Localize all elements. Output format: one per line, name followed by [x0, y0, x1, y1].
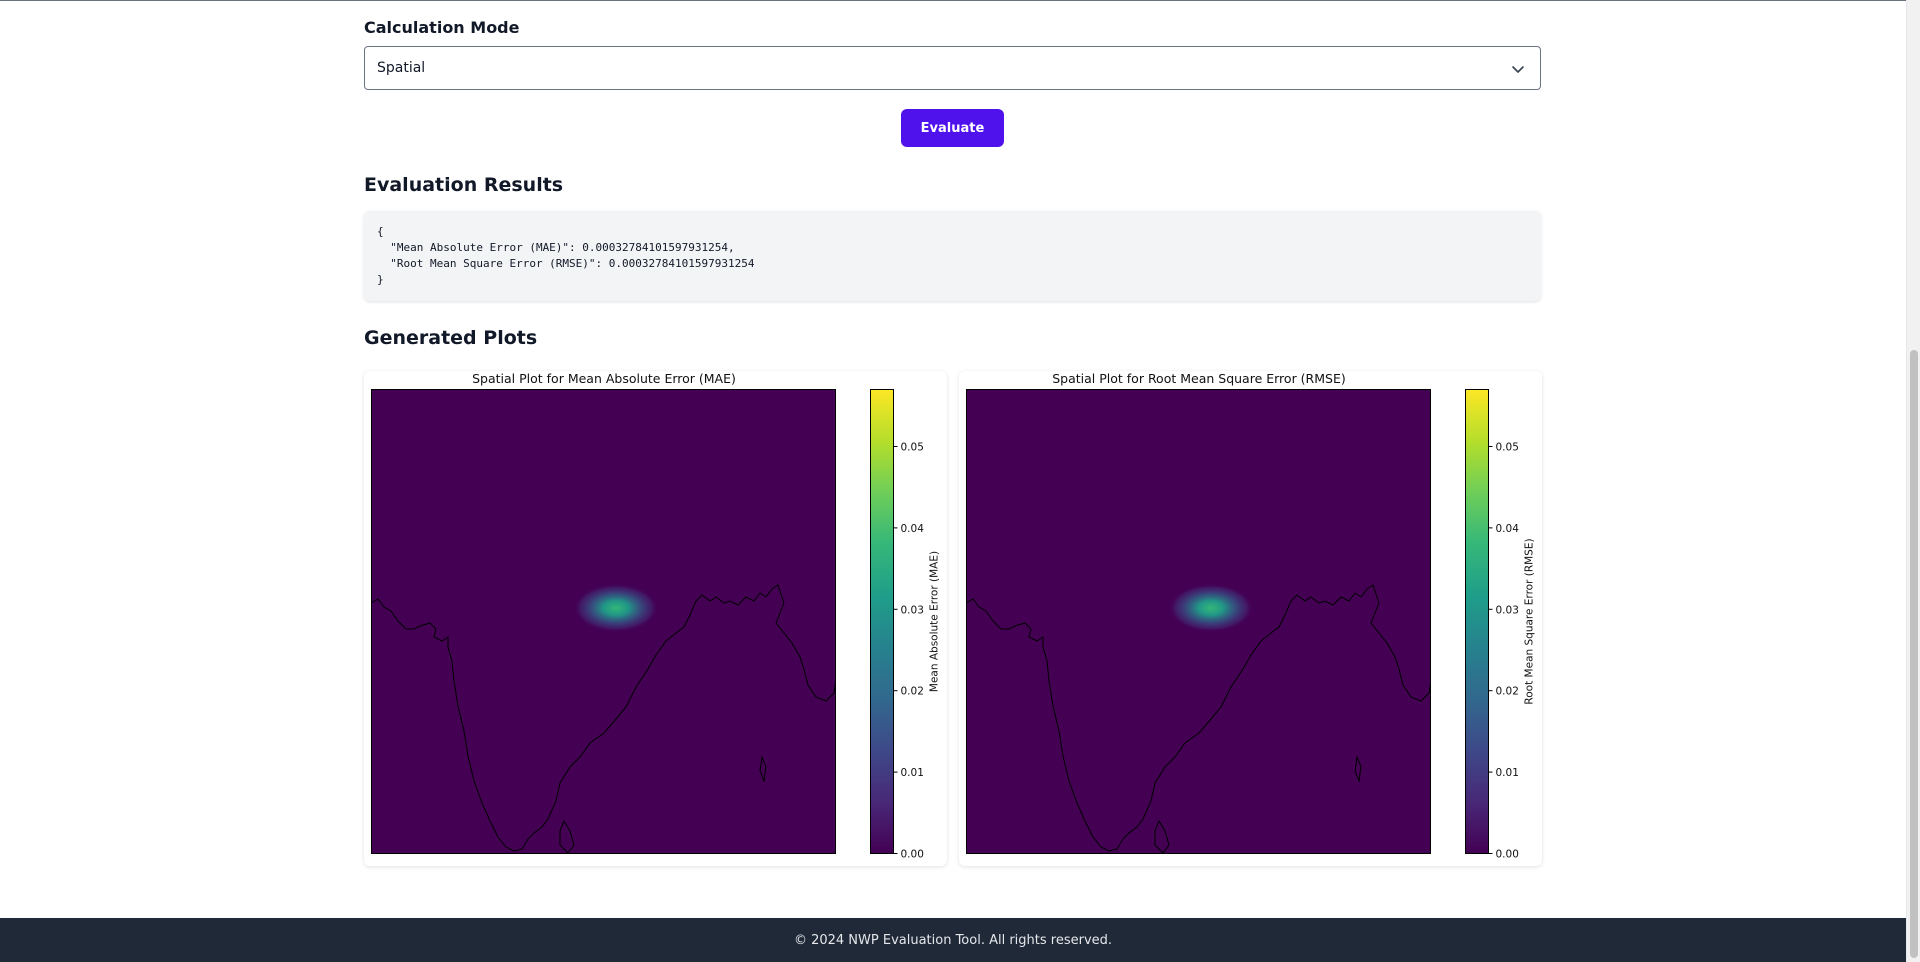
colorbar-tick-label: 0.01	[901, 767, 924, 779]
generated-plots-heading: Generated Plots	[364, 327, 538, 349]
calculation-mode-value: Spatial	[377, 60, 426, 76]
spatial-plot-mae: Spatial Plot for Mean Absolute Error (MA…	[371, 371, 941, 861]
chevron-down-icon	[1512, 66, 1524, 73]
colorbar-tick-label: 0.04	[901, 523, 925, 535]
evaluation-results-json: { "Mean Absolute Error (MAE)": 0.0003278…	[364, 211, 1541, 301]
top-border	[0, 0, 1906, 1]
scrollbar-thumb[interactable]	[1910, 350, 1918, 958]
plot-title: Spatial Plot for Root Mean Square Error …	[1052, 371, 1346, 386]
footer-text: © 2024 NWP Evaluation Tool. All rights r…	[793, 932, 1113, 948]
error-hotspot	[574, 584, 658, 632]
colorbar-tick-label: 0.01	[1496, 767, 1519, 779]
colorbar-tick-label: 0.05	[1496, 441, 1519, 453]
plot-title: Spatial Plot for Mean Absolute Error (MA…	[472, 371, 736, 386]
page-scrollbar[interactable]	[1906, 0, 1920, 962]
evaluate-button[interactable]: Evaluate	[901, 109, 1004, 147]
calculation-mode-label: Calculation Mode	[364, 18, 520, 37]
evaluation-results-heading: Evaluation Results	[364, 174, 564, 196]
colorbar-tick-label: 0.04	[1496, 523, 1520, 535]
footer: © 2024 NWP Evaluation Tool. All rights r…	[0, 918, 1906, 962]
colorbar-tick-label: 0.03	[901, 604, 924, 616]
colorbar-tick-label: 0.00	[901, 849, 924, 861]
plot-card-rmse: Spatial Plot for Root Mean Square Error …	[959, 371, 1542, 866]
colorbar-label: Root Mean Square Error (RMSE)	[1524, 538, 1536, 704]
spatial-plot-rmse: Spatial Plot for Root Mean Square Error …	[966, 371, 1536, 861]
colorbar-tick-label: 0.00	[1496, 849, 1519, 861]
error-hotspot	[1169, 584, 1253, 632]
plot-card-mae: Spatial Plot for Mean Absolute Error (MA…	[364, 371, 947, 866]
colorbar-tick-label: 0.05	[901, 441, 924, 453]
colorbar	[1465, 389, 1489, 854]
calculation-mode-select[interactable]: Spatial	[364, 46, 1541, 90]
colorbar	[870, 389, 894, 854]
colorbar-label: Mean Absolute Error (MAE)	[929, 551, 941, 692]
colorbar-tick-label: 0.03	[1496, 604, 1519, 616]
colorbar-tick-label: 0.02	[1496, 686, 1519, 698]
colorbar-tick-label: 0.02	[901, 686, 924, 698]
